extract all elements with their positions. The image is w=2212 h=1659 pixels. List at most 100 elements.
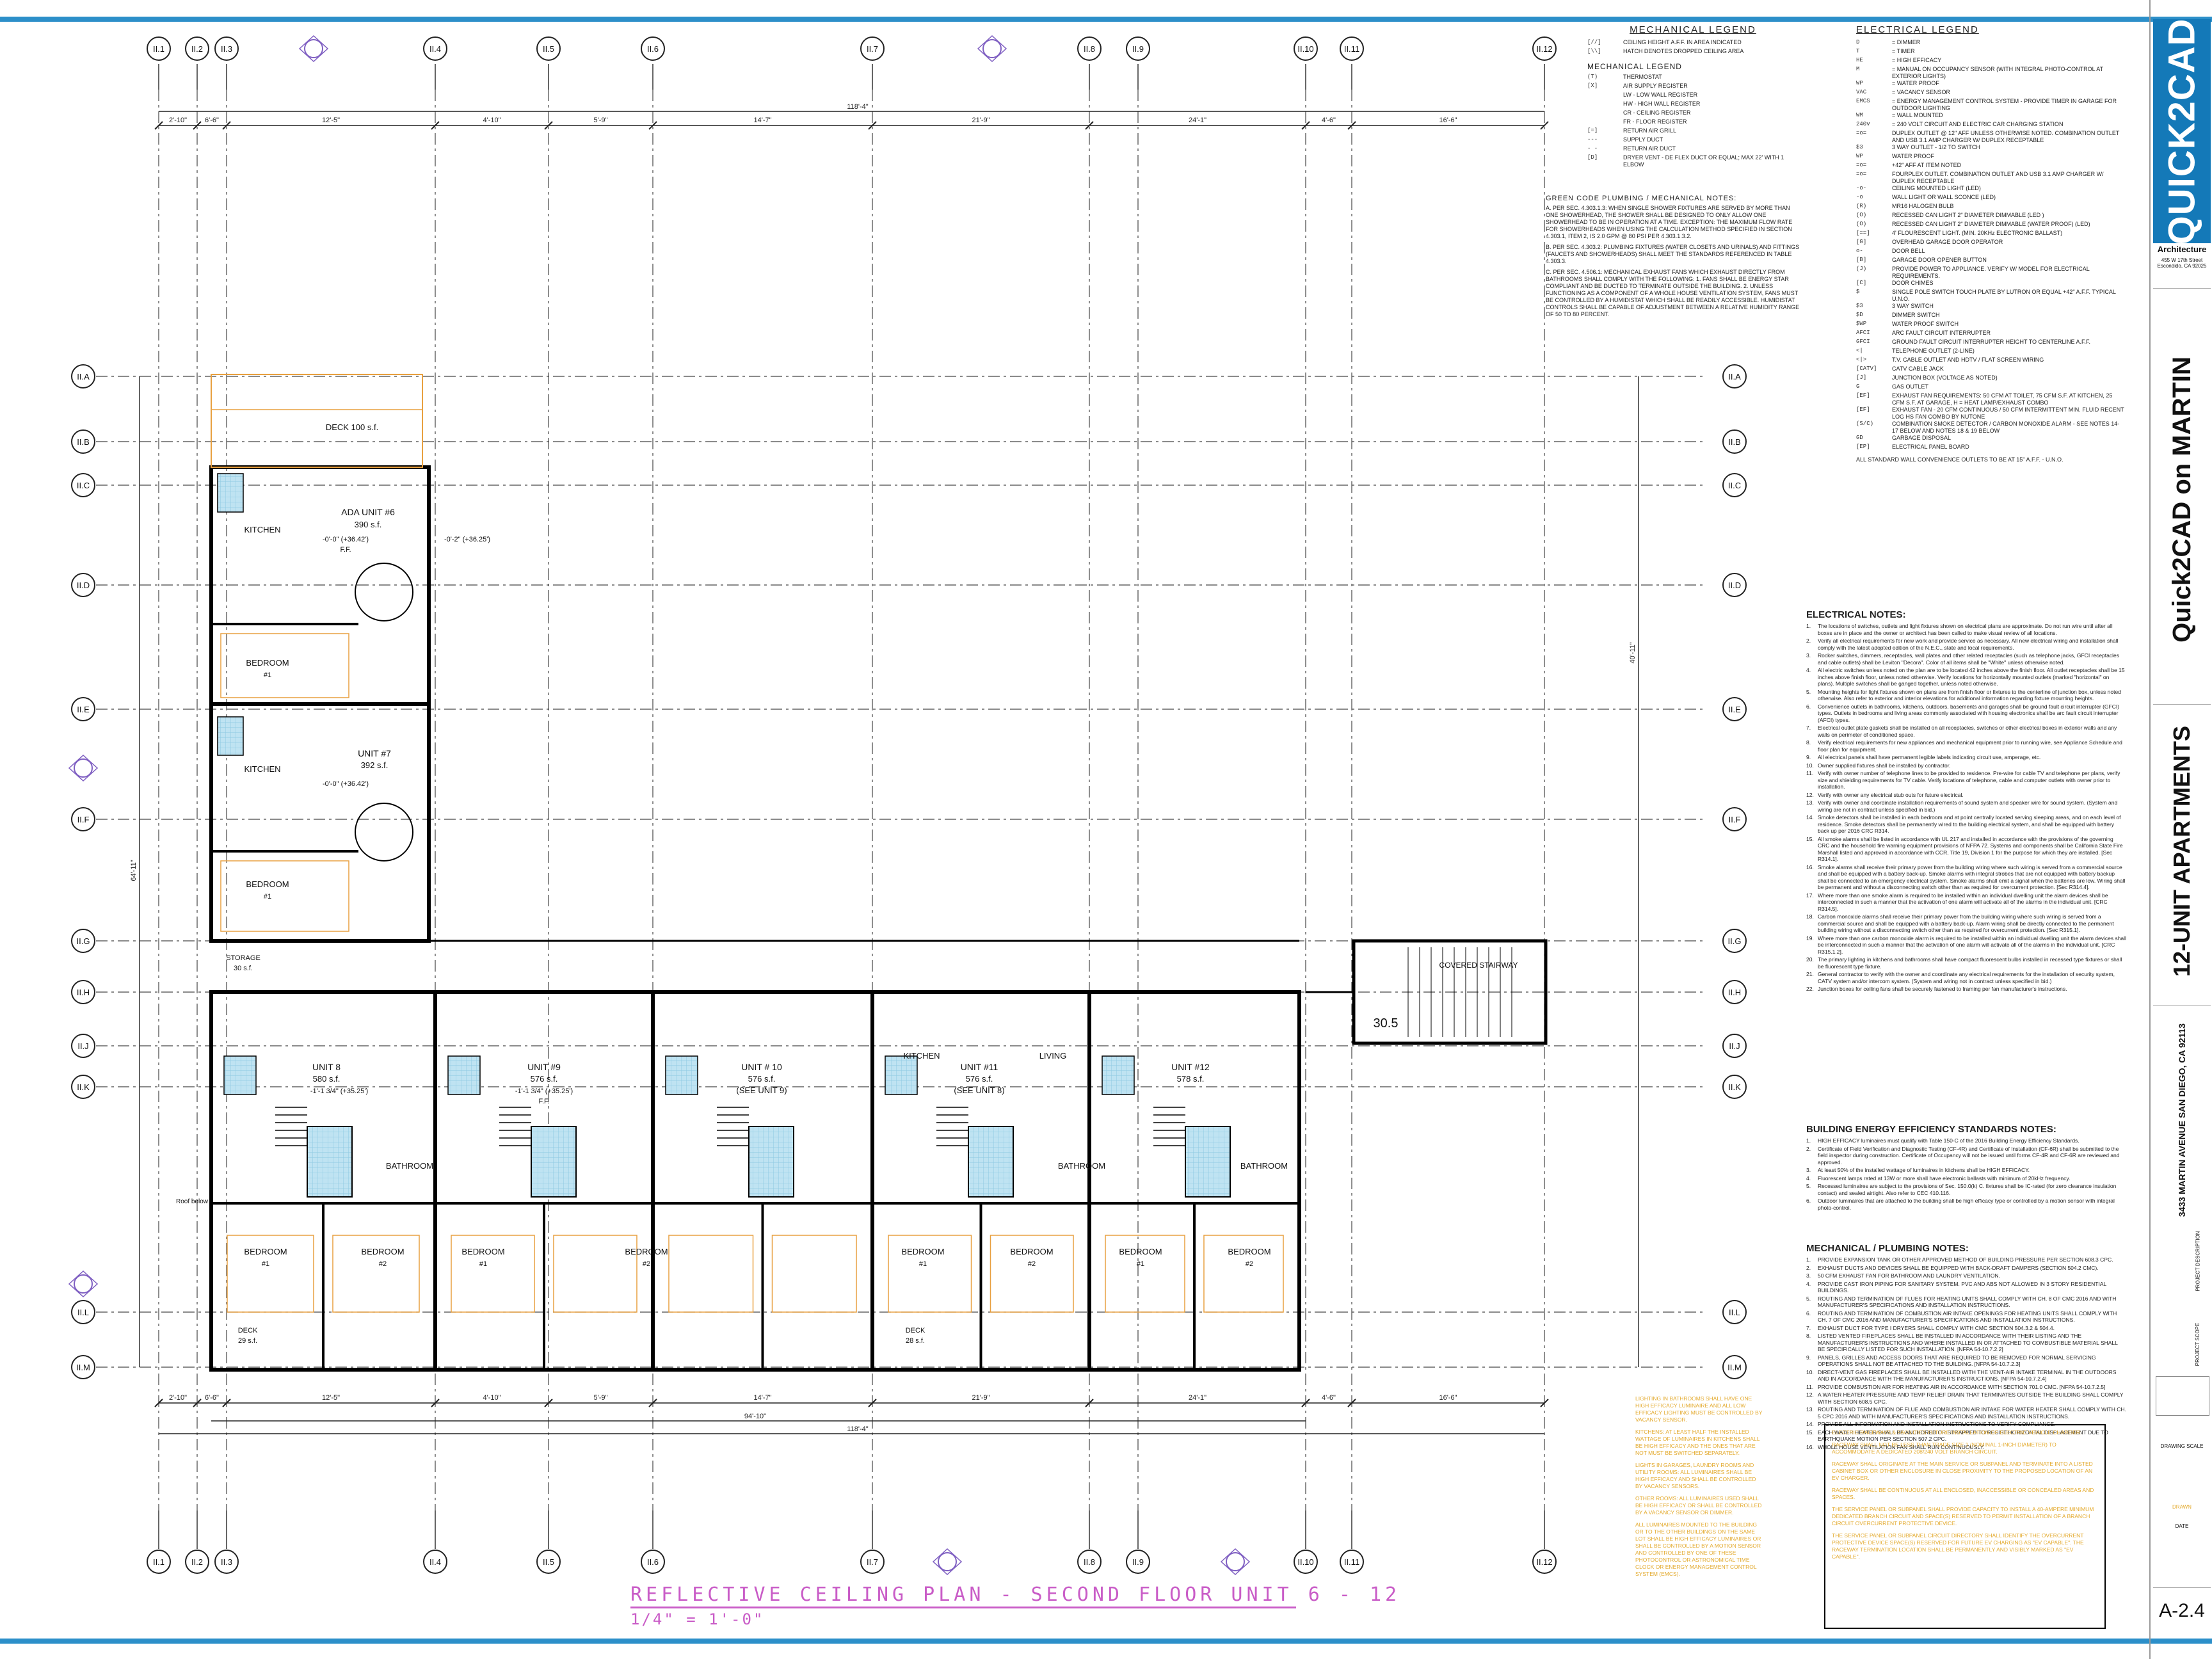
mech-legend-row: FR - FLOOR REGISTER [1587,118,1799,127]
mech-legend-text: RETURN AIR DUCT [1623,145,1676,152]
elec-legend-text: = TIMER [1892,48,1915,54]
building-outline [209,374,1548,1372]
bedroom-label: BEDROOM [901,1247,944,1256]
electrical-note-number: 22. [1806,986,1814,992]
elec-legend-text: TELEPHONE OUTLET (2-LINE) [1892,348,1975,354]
mech-legend-row: [=] RETURN AIR GRILL [1587,127,1799,136]
elec-legend-text: = WATER PROOF [1892,80,1939,86]
mech-plumb-note-text: ROUTING AND TERMINATION OF COMBUSTION AI… [1818,1310,2117,1324]
ceiling-outline [668,1235,754,1313]
electrical-note: 13. Verify with owner and coordinate inst… [1806,799,2126,813]
elec-legend-text: = 240 VOLT CIRCUIT AND ELECTRIC CAR CHAR… [1892,121,2064,127]
mech-legend-row: CR - CEILING REGISTER [1587,109,1799,118]
electrical-note-text: Carbon monoxide alarms shall receive the… [1818,913,2114,933]
project-name: Quick2CAD on MARTIN [2153,333,2211,666]
mech-plumb-note-number: 10. [1806,1368,1814,1375]
elec-legend-symbol: <|> [1856,357,1867,363]
elec-legend-row: 240v = 240 VOLT CIRCUIT AND ELECTRIC CAR … [1856,121,2125,130]
electrical-note-number: 7. [1806,725,1811,731]
grid-bubble-top-label: II.4 [429,44,441,54]
bedroom-label: BEDROOM [461,1247,504,1256]
electrical-note-text: Rocker switches, dimmers, receptacles, w… [1818,652,2120,666]
energy-note-number: 5. [1806,1183,1811,1189]
bathroom-label: BATHROOM [386,1161,433,1171]
grid-bubble-right-label: II.G [1728,936,1742,946]
elec-legend-symbol: $WP [1856,321,1867,327]
elec-legend-row: [G] OVERHEAD GARAGE DOOR OPERATOR [1856,239,2125,248]
elec-legend-row: $D DIMMER SWITCH [1856,312,2125,321]
elec-legend-symbol: AFCI [1856,330,1870,336]
bathroom-tile [748,1126,794,1198]
elec-legend-text: COMBINATION SMOKE DETECTOR / CARBON MONO… [1892,421,2120,434]
energy-note: 3. At least 50% of the installed wattage … [1806,1167,2126,1174]
electrical-note-number: 5. [1806,688,1811,695]
bathroom-label: BATHROOM [1058,1161,1105,1171]
mech-plumb-note-number: 5. [1806,1295,1811,1302]
elec-legend-row: [B] GARAGE DOOR OPENER BUTTON [1856,257,2125,266]
energy-note-text: Recessed luminaires are subject to the p… [1818,1183,2117,1196]
ceiling-outline [771,1235,857,1313]
energy-note-text: Fluorescent lamps rated at 13W or more s… [1818,1174,2071,1182]
mech-plumb-note-number: 12. [1806,1391,1814,1398]
mech-legend-text: RETURN AIR GRILL [1623,127,1677,134]
elec-legend-row: $3 3 WAY OUTLET - 1/2 TO SWITCH [1856,144,2125,153]
elec-legend-symbol: <| [1856,348,1863,354]
green-code-note: C. PER SEC. 4.506.1: MECHANICAL EXHAUST … [1546,269,1800,317]
elec-legend-text: RECESSED CAN LIGHT 2" DIAMETER DIMMABLE … [1892,221,2090,227]
elec-legend-text: CEILING MOUNTED LIGHT (LED) [1892,185,1981,191]
elec-legend-text: = VACANCY SENSOR [1892,89,1950,95]
elec-legend-symbol: =o= [1856,162,1867,168]
electrical-note-text: Verify all electrical requirements for n… [1818,637,2119,651]
bedroom-label: BEDROOM [244,1247,287,1256]
finish-floor-elevation: -0'-0" (+36.42') [323,536,369,543]
elec-legend-text: RECESSED CAN LIGHT 2" DIAMETER DIMMABLE … [1892,212,2044,218]
elec-legend-symbol: [==] [1856,230,1870,236]
bottom-dims-label: 5'-9" [594,1394,608,1402]
elec-legend-symbol: -o- [1856,185,1867,191]
elec-legend-symbol: M [1856,66,1860,72]
lighting-note: ALL LUMINAIRES MOUNTED TO THE BUILDING O… [1635,1521,1761,1577]
lighting-note: LIGHTS IN GARAGES, LAUNDRY ROOMS AND UTI… [1635,1462,1756,1489]
elec-legend-symbol: [EF] [1856,392,1870,399]
elec-legend-text: MR16 HALOGEN BULB [1892,203,1954,209]
storage-area: 30 s.f. [234,965,253,972]
unit-12-area: 578 s.f. [1177,1074,1205,1084]
electrical-note: 21. General contractor to verify with the… [1806,971,2126,984]
overall-bottom-inner-label: 94'-10" [744,1413,766,1420]
electrical-note: 5. Mounting heights for light fixtures sh… [1806,689,2126,702]
mech-legend-text: THERMOSTAT [1623,74,1662,80]
elec-legend-symbol: D [1856,39,1860,45]
grid-bubble-bottom-label: II.1 [153,1557,164,1567]
unit-11-name: UNIT #11 [961,1062,998,1072]
project-address-text: 3433 MARTIN AVENUE SAN DIEGO, CA 92113 [2177,1023,2188,1217]
ceiling-outline [220,860,349,932]
stair-elevation: 30.5 [1374,1016,1399,1030]
elec-legend-symbol: GD [1856,435,1863,441]
project-address: 3433 MARTIN AVENUE SAN DIEGO, CA 92113 [2153,1023,2211,1217]
bottom-dims-label: 6'-6" [205,1394,219,1402]
mech-plumb-note-number: 7. [1806,1324,1811,1331]
finish-floor-elevation: -0'-2" (+36.25') [444,536,490,543]
mechanical-legend-top-items: [//] CEILING HEIGHT A.F.F. IN AREA INDICA… [1587,39,1799,57]
grid-bubble-left-label: II.G [77,936,90,946]
title-block-border [2149,0,2151,1659]
top-dims-label: 6'-6" [205,116,219,124]
electrical-note-number: 10. [1806,762,1814,769]
electrical-legend-footer: ALL STANDARD WALL CONVENIENCE OUTLETS TO… [1856,456,2125,465]
grid-bubble-bottom-label: II.7 [867,1557,878,1567]
electrical-note-number: 2. [1806,637,1811,644]
elec-legend-row: o- DOOR BELL [1856,248,2125,257]
electrical-note-number: 11. [1806,770,1814,776]
grid-bubble-bottom-label: II.8 [1084,1557,1095,1567]
unit-8-name: UNIT 8 [312,1062,341,1072]
elec-legend-text: +42" AFF AT ITEM NOTED [1892,162,1962,168]
deck-bottom-label: DECK [238,1327,258,1334]
sheet-title: REFLECTIVE CEILING PLAN - SECOND FLOOR U… [630,1583,1401,1606]
electrical-notes-title: ELECTRICAL NOTES: [1806,609,1906,620]
electrical-note-number: 20. [1806,956,1814,963]
grid-bubble-bottom-label: II.5 [543,1557,554,1567]
mech-plumb-note-text: PROVIDE EXPANSION TANK OR OTHER APPROVED… [1818,1256,2113,1263]
electrical-note: 12. Verify with owner any electrical stub… [1806,792,2126,799]
grid-bubble-right-label: II.B [1728,437,1741,447]
energy-note: 6. Outdoor luminaires that are attached t… [1806,1198,2126,1211]
